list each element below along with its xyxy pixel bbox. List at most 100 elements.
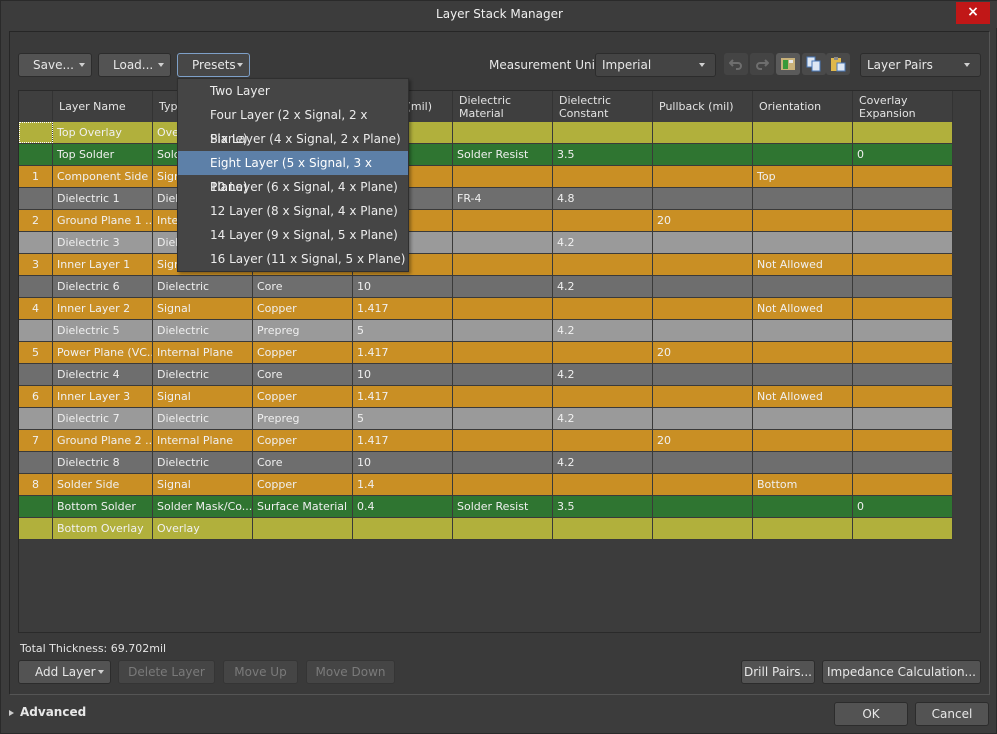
presets-menu-item[interactable]: 16 Layer (11 x Signal, 5 x Plane) [178,247,408,271]
table-row[interactable]: Dielectric 7 Dielectric Prepreg 5 4.2 [19,408,953,430]
cell-dielectric-constant[interactable]: 4.2 [553,452,653,473]
cell-thickness[interactable]: 10 [353,452,453,473]
paste-button[interactable] [826,53,850,75]
table-row[interactable]: Top SolderSolder Mask/Co...Solder Resist… [19,144,953,166]
cell-layer-type[interactable]: Internal Plane [153,342,253,363]
cell-material[interactable]: Copper [253,342,353,363]
cell-material[interactable]: Core [253,364,353,385]
cell-dielectric-material[interactable] [453,166,553,187]
cell-dielectric-constant[interactable]: 4.8 [553,188,653,209]
cell-coverlay-expansion[interactable] [853,408,953,429]
cell-pullback[interactable] [653,320,753,341]
cell-dielectric-constant[interactable] [553,518,653,539]
table-row[interactable]: 2Ground Plane 1 ...Internal Plane20 [19,210,953,232]
table-row[interactable]: Dielectric 3Dielectric4.2 [19,232,953,254]
cell-layer-type[interactable]: Dielectric [153,452,253,473]
cell-dielectric-constant[interactable]: 4.2 [553,364,653,385]
cell-coverlay-expansion[interactable] [853,430,953,451]
presets-menu-item[interactable]: Six Layer (4 x Signal, 2 x Plane) [178,127,408,151]
cell-coverlay-expansion[interactable] [853,342,953,363]
table-row[interactable]: Dielectric 1DielectricFR-44.8 [19,188,953,210]
cell-orientation[interactable] [753,276,853,297]
cell-dielectric-material[interactable] [453,474,553,495]
cell-orientation[interactable]: Top [753,166,853,187]
cell-pullback[interactable] [653,298,753,319]
cell-thickness[interactable]: 5 [353,320,453,341]
cell-material[interactable]: Copper [253,298,353,319]
cell-dielectric-material[interactable] [453,408,553,429]
cell-layer-name[interactable]: Top Solder [53,144,153,165]
cell-layer-name[interactable]: Dielectric 6 [53,276,153,297]
presets-menu-item[interactable]: Eight Layer (5 x Signal, 3 x Plane) [178,151,408,194]
cell-pullback[interactable] [653,364,753,385]
advanced-expander[interactable]: Advanced [9,705,86,719]
cell-orientation[interactable] [753,518,853,539]
cell-layer-name[interactable]: Bottom Solder [53,496,153,517]
delete-layer-button[interactable]: Delete Layer [118,660,215,684]
cell-layer-type[interactable]: Internal Plane [153,430,253,451]
undo-button[interactable] [724,53,748,75]
cell-layer-name[interactable]: Top Overlay [53,122,153,143]
cell-material[interactable]: Prepreg [253,408,353,429]
cell-dielectric-material[interactable] [453,386,553,407]
cell-pullback[interactable] [653,452,753,473]
cell-dielectric-material[interactable] [453,254,553,275]
cell-layer-type[interactable]: Dielectric [153,408,253,429]
cell-layer-number[interactable] [19,408,53,429]
impedance-calculation-button[interactable]: Impedance Calculation... [822,660,981,684]
cell-pullback[interactable]: 20 [653,210,753,231]
cell-material[interactable] [253,518,353,539]
presets-menu-item[interactable]: Two Layer [178,79,408,103]
presets-menu-item[interactable]: 12 Layer (8 x Signal, 4 x Plane) [178,199,408,223]
cell-layer-number[interactable]: 8 [19,474,53,495]
cell-coverlay-expansion[interactable] [853,232,953,253]
cell-layer-number[interactable] [19,518,53,539]
presets-menu-item[interactable]: 14 Layer (9 x Signal, 5 x Plane) [178,223,408,247]
cell-thickness[interactable]: 0.4 [353,496,453,517]
cell-coverlay-expansion[interactable] [853,276,953,297]
cell-thickness[interactable]: 5 [353,408,453,429]
cell-layer-name[interactable]: Ground Plane 2 ... [53,430,153,451]
cell-thickness[interactable]: 1.417 [353,386,453,407]
cell-layer-name[interactable]: Power Plane (VC... [53,342,153,363]
cell-layer-name[interactable]: Bottom Overlay [53,518,153,539]
cell-coverlay-expansion[interactable]: 0 [853,144,953,165]
cell-coverlay-expansion[interactable] [853,474,953,495]
cell-dielectric-constant[interactable] [553,122,653,143]
cell-dielectric-constant[interactable]: 4.2 [553,232,653,253]
presets-menu-item[interactable]: Four Layer (2 x Signal, 2 x Plane) [178,103,408,146]
cell-dielectric-material[interactable] [453,430,553,451]
cell-material[interactable]: Copper [253,386,353,407]
cell-layer-name[interactable]: Dielectric 5 [53,320,153,341]
cell-layer-name[interactable]: Inner Layer 1 [53,254,153,275]
table-row[interactable]: Dielectric 5 Dielectric Prepreg 5 4.2 [19,320,953,342]
cell-layer-type[interactable]: Dielectric [153,276,253,297]
cell-orientation[interactable] [753,364,853,385]
cell-dielectric-constant[interactable] [553,342,653,363]
table-row[interactable]: 6 Inner Layer 3 Signal Copper 1.417 Not Allow… [19,386,953,408]
move-up-button[interactable]: Move Up [223,660,298,684]
table-row[interactable]: Dielectric 8 Dielectric Core 10 4.2 [19,452,953,474]
cell-orientation[interactable] [753,144,853,165]
cell-orientation[interactable]: Bottom [753,474,853,495]
cell-material[interactable]: Prepreg [253,320,353,341]
cell-layer-number[interactable]: 1 [19,166,53,187]
table-row[interactable]: 3 Inner Layer 1 Signal Not Allowed [19,254,953,276]
cell-dielectric-material[interactable] [453,122,553,143]
measurement-unit-select[interactable]: Imperial [595,53,716,77]
cell-pullback[interactable] [653,386,753,407]
cell-thickness[interactable]: 1.417 [353,298,453,319]
cell-material[interactable]: Copper [253,430,353,451]
cell-layer-name[interactable]: Ground Plane 1 ... [53,210,153,231]
cell-coverlay-expansion[interactable] [853,386,953,407]
table-row[interactable]: 8 Solder Side Signal Copper 1.4 Bottom [19,474,953,496]
cell-layer-number[interactable]: 2 [19,210,53,231]
cancel-button[interactable]: Cancel [915,702,989,726]
table-row[interactable]: Bottom Solder Solder Mask/Co... Surface Ma… [19,496,953,518]
close-button[interactable]: × [956,2,990,24]
column-header-coverlay-expansion[interactable]: Coverlay Expansion [853,91,953,122]
cell-dielectric-material[interactable]: Solder Resist [453,144,553,165]
cell-dielectric-constant[interactable] [553,386,653,407]
cell-orientation[interactable] [753,122,853,143]
cell-layer-type[interactable]: Signal [153,298,253,319]
